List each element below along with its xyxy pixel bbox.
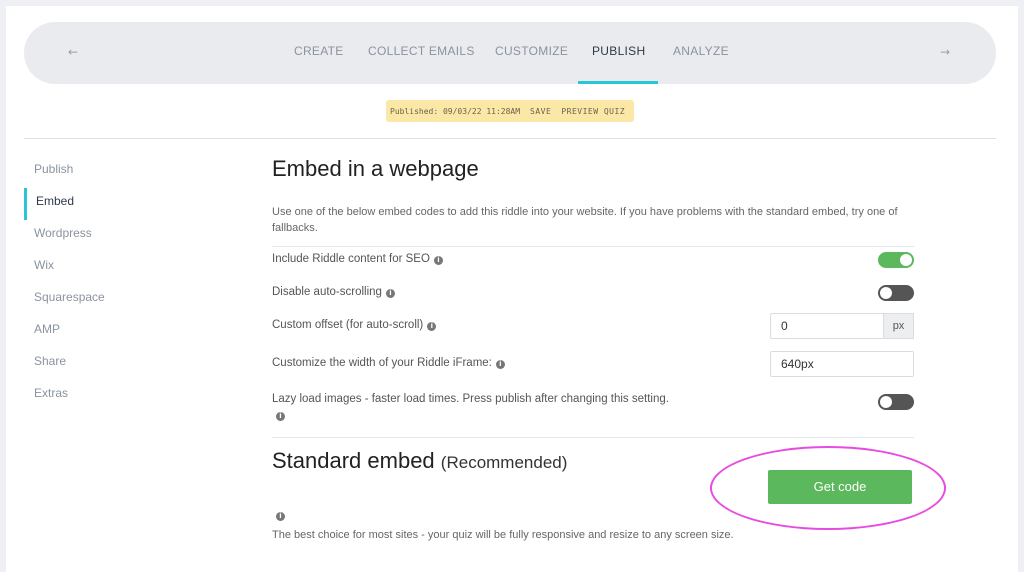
- arrow-right-icon[interactable]: →: [940, 42, 950, 62]
- width-input[interactable]: 640px: [770, 351, 914, 377]
- tab-bar: CREATE COLLECT EMAILS CUSTOMIZE PUBLISH …: [24, 22, 996, 84]
- main-content: Embed in a webpage Use one of the below …: [272, 156, 914, 478]
- active-tab-indicator: [578, 81, 658, 84]
- publish-status-bar: Published: 09/03/22 11:28AM SAVE PREVIEW…: [386, 100, 634, 122]
- recommended-tag: (Recommended): [440, 453, 568, 472]
- sidebar-item-amp[interactable]: AMP: [24, 316, 224, 348]
- get-code-button[interactable]: Get code: [768, 470, 912, 504]
- section-divider: [272, 437, 914, 438]
- embed-description: Use one of the below embed codes to add …: [272, 206, 898, 234]
- tab-customize[interactable]: CUSTOMIZE: [495, 44, 568, 58]
- sidebar-item-share[interactable]: Share: [24, 348, 224, 380]
- info-icon[interactable]: i: [427, 322, 437, 331]
- setting-autoscroll: Disable auto-scrolling i: [272, 280, 914, 313]
- info-icon[interactable]: i: [433, 256, 443, 265]
- setting-autoscroll-label: Disable auto-scrolling i: [272, 286, 395, 298]
- autoscroll-toggle[interactable]: [878, 285, 914, 301]
- sidebar-item-squarespace[interactable]: Squarespace: [24, 284, 224, 316]
- setting-lazy-label: Lazy load images - faster load times. Pr…: [272, 393, 669, 421]
- setting-width-label: Customize the width of your Riddle iFram…: [272, 357, 505, 369]
- sidebar-item-extras[interactable]: Extras: [24, 380, 224, 412]
- page-title: Embed in a webpage: [272, 156, 479, 181]
- save-button[interactable]: SAVE: [530, 107, 551, 116]
- toggle-knob: [880, 287, 892, 299]
- preview-quiz-button[interactable]: PREVIEW QUIZ: [561, 107, 625, 116]
- sidebar-item-embed[interactable]: Embed: [24, 188, 224, 220]
- setting-lazy-load: Lazy load images - faster load times. Pr…: [272, 389, 914, 437]
- standard-embed-description: The best choice for most sites - your qu…: [272, 529, 734, 541]
- top-navigation: ← CREATE COLLECT EMAILS CUSTOMIZE PUBLIS…: [24, 22, 996, 84]
- sidebar-item-wix[interactable]: Wix: [24, 252, 224, 284]
- info-icon[interactable]: i: [385, 289, 395, 298]
- info-icon[interactable]: i: [276, 512, 285, 521]
- offset-input[interactable]: 0: [770, 313, 884, 339]
- header-divider: [24, 138, 996, 139]
- toggle-knob: [880, 396, 892, 408]
- info-icon[interactable]: i: [495, 360, 505, 369]
- seo-toggle[interactable]: [878, 252, 914, 268]
- offset-input-group: 0 px: [770, 313, 914, 339]
- published-timestamp: Published: 09/03/22 11:28AM: [390, 106, 521, 116]
- sidebar-item-publish[interactable]: Publish: [24, 156, 224, 188]
- width-input-group: 640px: [770, 351, 914, 377]
- toggle-knob: [900, 254, 912, 266]
- lazy-load-toggle[interactable]: [878, 394, 914, 410]
- sidebar: Publish Embed Wordpress Wix Squarespace …: [24, 156, 224, 412]
- offset-unit: px: [884, 313, 914, 339]
- setting-iframe-width: Customize the width of your Riddle iFram…: [272, 351, 914, 389]
- setting-offset: Custom offset (for auto-scroll) i 0 px: [272, 313, 914, 351]
- setting-seo-label: Include Riddle content for SEO i: [272, 253, 443, 265]
- info-icon[interactable]: i: [276, 412, 285, 421]
- tab-collect-emails[interactable]: COLLECT EMAILS: [368, 44, 475, 58]
- setting-offset-label: Custom offset (for auto-scroll) i: [272, 319, 437, 331]
- tab-analyze[interactable]: ANALYZE: [673, 44, 729, 58]
- setting-seo: Include Riddle content for SEO i: [272, 247, 914, 280]
- sidebar-item-wordpress[interactable]: Wordpress: [24, 220, 224, 252]
- tab-publish[interactable]: PUBLISH: [592, 44, 645, 58]
- page: ← CREATE COLLECT EMAILS CUSTOMIZE PUBLIS…: [6, 6, 1018, 572]
- tab-create[interactable]: CREATE: [294, 44, 344, 58]
